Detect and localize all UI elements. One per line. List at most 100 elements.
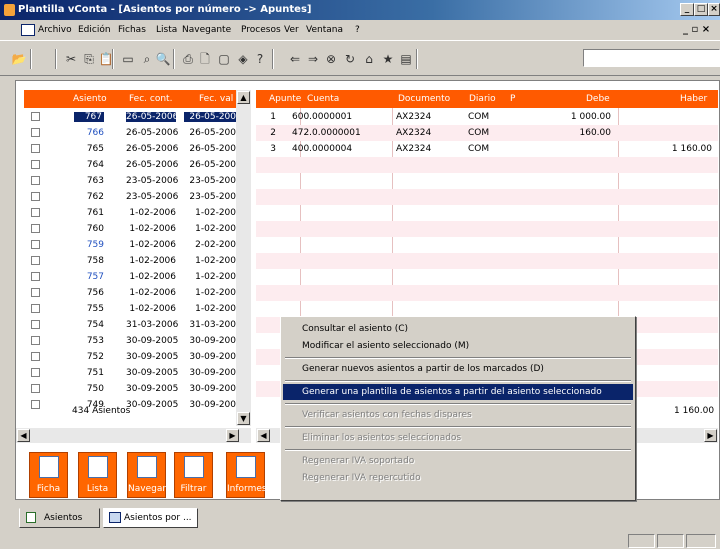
row-checkbox[interactable] (31, 256, 40, 265)
scroll-up-button[interactable]: ▲ (237, 91, 250, 104)
back-icon[interactable]: ⇐ (287, 51, 303, 67)
preview-icon[interactable]: 🗋 (197, 51, 213, 67)
table-row[interactable]: 2 472.0.0000001 AX2324 COM 160.00 (256, 125, 718, 141)
table-row[interactable] (256, 237, 718, 253)
header-apunte[interactable]: Apunte (269, 94, 301, 104)
table-row[interactable] (256, 253, 718, 269)
table-row[interactable]: 1 600.0000001 AX2324 COM 1 000.00 (256, 109, 718, 125)
navegar-button[interactable]: Navegar (127, 452, 166, 498)
open-icon[interactable]: 📂 (11, 51, 27, 67)
row-checkbox[interactable] (31, 192, 40, 201)
table-row[interactable]: 754 31-03-2006 31-03-200 (25, 317, 251, 333)
row-checkbox[interactable] (31, 304, 40, 313)
header-fec-cont[interactable]: Fec. cont. (129, 94, 172, 104)
menu-ver[interactable]: Ver (284, 25, 299, 35)
header-diario[interactable]: Diario (469, 94, 496, 104)
table-row[interactable]: 763 23-05-2006 23-05-200 (25, 173, 251, 189)
scroll-right-button-right[interactable]: ▶ (704, 429, 717, 442)
context-menu-item[interactable]: Modificar el asiento seleccionado (M) (283, 338, 633, 354)
history-icon[interactable]: ▤ (398, 51, 414, 67)
favorite-icon[interactable]: ★ (380, 51, 396, 67)
menu-ventana[interactable]: Ventana (306, 25, 343, 35)
print-icon[interactable]: ⎙ (180, 51, 196, 67)
filtrar-button[interactable]: Filtrar (174, 452, 213, 498)
table-row[interactable]: 764 26-05-2006 26-05-200 (25, 157, 251, 173)
row-checkbox[interactable] (31, 208, 40, 217)
table-row[interactable]: 765 26-05-2006 26-05-200 (25, 141, 251, 157)
menu-edicin[interactable]: Edición (78, 25, 111, 35)
scroll-right-button[interactable]: ▶ (226, 429, 239, 442)
table-row[interactable]: 751 30-09-2005 30-09-200 (25, 365, 251, 381)
informes-button[interactable]: Informes (226, 452, 267, 498)
row-checkbox[interactable] (31, 400, 40, 409)
table-row[interactable] (256, 285, 718, 301)
table-row[interactable]: 760 1-02-2006 1-02-200 (25, 221, 251, 237)
menu-fichas[interactable]: Fichas (118, 25, 146, 35)
home-icon[interactable]: ⌂ (361, 51, 377, 67)
row-checkbox[interactable] (31, 144, 40, 153)
row-checkbox[interactable] (31, 368, 40, 377)
row-checkbox[interactable] (31, 384, 40, 393)
scroll-left-button[interactable]: ◀ (17, 429, 30, 442)
row-checkbox[interactable] (31, 320, 40, 329)
table-row[interactable]: 762 23-05-2006 23-05-200 (25, 189, 251, 205)
table-row[interactable] (256, 189, 718, 205)
table-row[interactable]: 749 30-09-2005 30-09-200 (25, 397, 251, 413)
scroll-down-button[interactable]: ▼ (237, 412, 250, 425)
menu-?[interactable]: ? (355, 25, 360, 35)
tag-icon[interactable]: ◈ (235, 51, 251, 67)
table-row[interactable]: 3 400.0000004 AX2324 COM 1 160.00 (256, 141, 718, 157)
row-checkbox[interactable] (31, 160, 40, 169)
menu-archivo[interactable]: Archivo (38, 25, 72, 35)
header-debe[interactable]: Debe (586, 94, 610, 104)
forward-icon[interactable]: ⇒ (305, 51, 321, 67)
header-fec-val[interactable]: Fec. val (199, 94, 233, 104)
table-row[interactable]: 759 1-02-2006 2-02-200 (25, 237, 251, 253)
refresh-icon[interactable]: ↻ (342, 51, 358, 67)
table-row[interactable]: 750 30-09-2005 30-09-200 (25, 381, 251, 397)
menu-procesos[interactable]: Procesos (241, 25, 281, 35)
table-row[interactable] (256, 205, 718, 221)
tab-asientos[interactable]: Asientos (19, 508, 100, 528)
context-menu-item[interactable]: Consultar el asiento (C) (283, 321, 633, 337)
row-checkbox[interactable] (31, 288, 40, 297)
header-haber[interactable]: Haber (680, 94, 707, 104)
close-button[interactable]: × (708, 3, 720, 16)
row-checkbox[interactable] (31, 240, 40, 249)
ficha-button[interactable]: Ficha (29, 452, 68, 498)
maximize-button[interactable]: □ (694, 3, 708, 16)
header-documento[interactable]: Documento (398, 94, 450, 104)
table-row[interactable]: 753 30-09-2005 30-09-200 (25, 333, 251, 349)
table-row[interactable]: 767 26-05-2006 26-05-200 (25, 109, 251, 125)
context-menu-item[interactable]: Generar una plantilla de asientos a part… (283, 384, 633, 400)
table-row[interactable]: 761 1-02-2006 1-02-200 (25, 205, 251, 221)
mdi-controls[interactable]: _ ▫ × (683, 24, 710, 35)
help-icon[interactable]: ? (252, 51, 268, 67)
toolbar-combo[interactable] (583, 49, 720, 67)
screen-icon[interactable]: ▢ (216, 51, 232, 67)
context-menu-item[interactable]: Generar nuevos asientos a partir de los … (283, 361, 633, 377)
header-p[interactable]: P (510, 94, 515, 104)
find-icon[interactable]: ⌕ (139, 51, 155, 67)
row-checkbox[interactable] (31, 224, 40, 233)
new-icon[interactable]: ▭ (120, 51, 136, 67)
tab-asientos-por[interactable]: Asientos por ... (103, 508, 198, 528)
cut-icon[interactable]: ✂ (63, 51, 79, 67)
stop-icon[interactable]: ⊗ (323, 51, 339, 67)
table-row[interactable] (256, 269, 718, 285)
left-hscroll[interactable] (16, 428, 251, 443)
menu-navegante[interactable]: Navegante (182, 25, 231, 35)
table-row[interactable]: 757 1-02-2006 1-02-200 (25, 269, 251, 285)
row-checkbox[interactable] (31, 128, 40, 137)
table-row[interactable]: 752 30-09-2005 30-09-200 (25, 349, 251, 365)
table-row[interactable] (256, 173, 718, 189)
table-row[interactable]: 755 1-02-2006 1-02-200 (25, 301, 251, 317)
header-asiento[interactable]: Asiento (73, 94, 107, 104)
row-checkbox[interactable] (31, 112, 40, 121)
table-row[interactable] (256, 157, 718, 173)
table-row[interactable] (256, 221, 718, 237)
menu-lista[interactable]: Lista (156, 25, 177, 35)
scroll-left-button-right[interactable]: ◀ (257, 429, 270, 442)
row-checkbox[interactable] (31, 352, 40, 361)
row-checkbox[interactable] (31, 272, 40, 281)
